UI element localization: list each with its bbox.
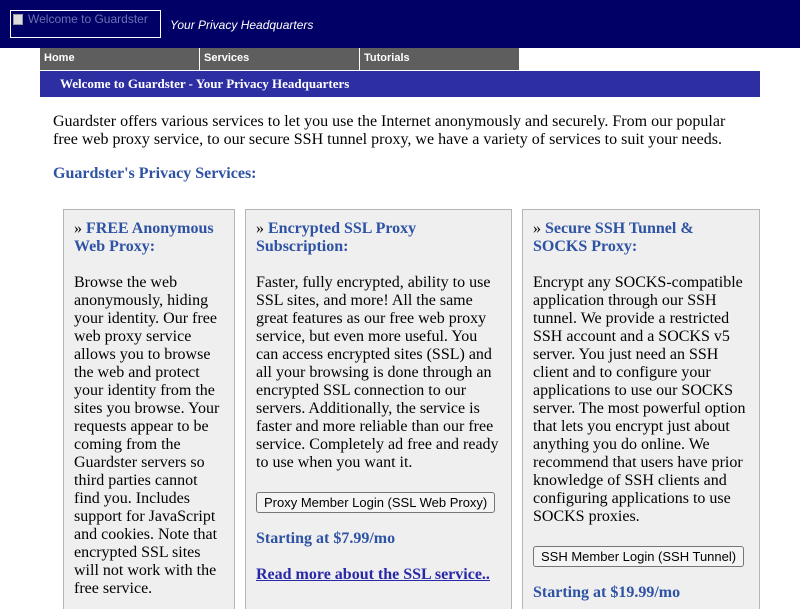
- service-description-ssh-tunnel: Encrypt any SOCKS-compatible application…: [533, 274, 746, 525]
- intro-paragraph: Guardster offers various services to let…: [53, 113, 726, 148]
- broken-image-icon: [13, 14, 23, 25]
- service-card-free-proxy: » FREE Anonymous Web Proxy: Browse the w…: [63, 209, 235, 609]
- service-card-ssl-proxy: » Encrypted SSL Proxy Subscription: Fast…: [245, 209, 512, 609]
- proxy-member-login-button[interactable]: Proxy Member Login (SSL Web Proxy): [256, 492, 496, 513]
- service-title-text: Encrypted SSL Proxy Subscription:: [256, 220, 417, 255]
- service-description-ssl-proxy: Faster, fully encrypted, ability to use …: [256, 274, 499, 471]
- welcome-bar: Welcome to Guardster - Your Privacy Head…: [40, 71, 760, 97]
- nav-item-services[interactable]: Services: [200, 48, 360, 70]
- raquo-icon: »: [74, 220, 82, 237]
- service-description-free-proxy: Browse the web anonymously, hiding your …: [74, 274, 220, 597]
- logo-image[interactable]: Welcome to Guardster: [10, 10, 161, 38]
- raquo-icon: »: [533, 220, 541, 237]
- welcome-title: Welcome to Guardster - Your Privacy Head…: [60, 76, 350, 91]
- nav-item-tutorials[interactable]: Tutorials: [360, 48, 520, 70]
- nav-link-tutorials[interactable]: Tutorials: [364, 52, 410, 64]
- service-card-ssh-tunnel: » Secure SSH Tunnel & SOCKS Proxy: Encry…: [522, 209, 760, 609]
- service-title-text: FREE Anonymous Web Proxy:: [74, 220, 214, 255]
- service-title-text: Secure SSH Tunnel & SOCKS Proxy:: [533, 220, 694, 255]
- ssh-price: Starting at $19.99/mo: [533, 584, 681, 601]
- service-title-free-proxy: » FREE Anonymous Web Proxy:: [74, 220, 224, 256]
- ssl-price: Starting at $7.99/mo: [256, 530, 396, 547]
- services-heading: Guardster's Privacy Services:: [53, 165, 257, 182]
- nav-link-services[interactable]: Services: [204, 52, 249, 64]
- service-title-ssh-tunnel: » Secure SSH Tunnel & SOCKS Proxy:: [533, 220, 751, 256]
- service-title-ssl-proxy: » Encrypted SSL Proxy Subscription:: [256, 220, 503, 256]
- read-more-ssl-link[interactable]: Read more about the SSL service..: [256, 566, 503, 584]
- ssh-member-login-button[interactable]: SSH Member Login (SSH Tunnel): [533, 546, 745, 567]
- logo-alt-text: Welcome to Guardster: [28, 12, 148, 26]
- raquo-icon: »: [256, 220, 264, 237]
- header-bar: Welcome to Guardster Your Privacy Headqu…: [0, 0, 800, 48]
- header-tagline: Your Privacy Headquarters: [170, 18, 314, 32]
- nav-item-home[interactable]: Home: [40, 48, 200, 70]
- nav-link-home[interactable]: Home: [44, 52, 75, 64]
